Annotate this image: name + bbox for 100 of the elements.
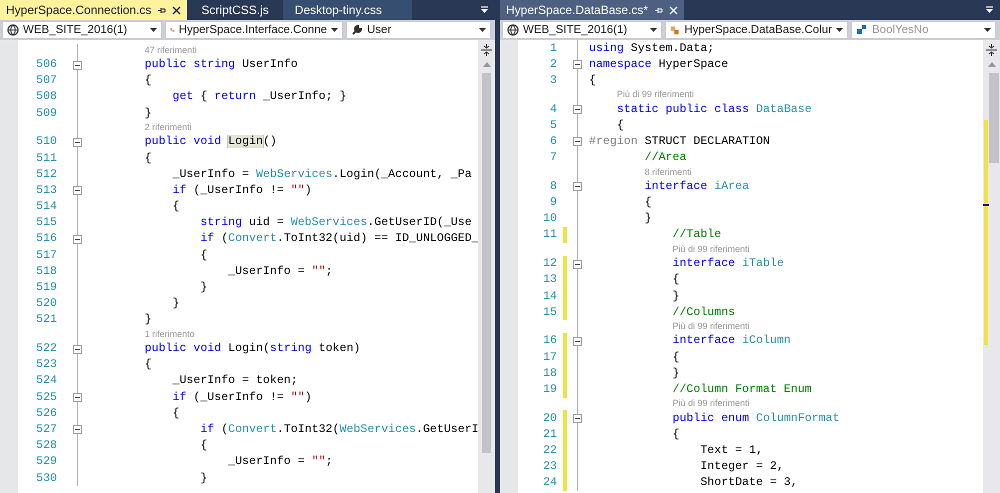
navigation-dropdown[interactable]: WEB_SITE_2016(1) [2, 21, 162, 39]
code-line: { [144, 152, 152, 165]
code-line: } [144, 313, 152, 326]
code-line: Integer = 2, [699, 460, 784, 474]
line-number: 508 [35, 90, 57, 104]
code-line: if (_UserInfo != "") [171, 184, 312, 197]
code-line: { [589, 74, 596, 87]
code-line: } [199, 472, 208, 485]
code-line: { [144, 358, 152, 372]
caret-icon [836, 28, 843, 32]
code-line: //Columns [671, 306, 736, 319]
collapse-toggle[interactable] [573, 336, 582, 346]
code-line: { [199, 248, 208, 262]
collapse-toggle[interactable] [573, 182, 582, 192]
code-line: _UserInfo = ""; [227, 264, 333, 278]
code-line: ShortDate = 3, [699, 476, 798, 490]
line-number: 530 [35, 472, 57, 485]
collapse-toggle[interactable] [573, 414, 582, 424]
collapse-toggle[interactable] [73, 186, 82, 196]
scrollbar-thumb[interactable] [482, 73, 491, 453]
code-line: { [144, 74, 152, 88]
line-number: 10 [542, 212, 557, 226]
line-number: 8 [549, 180, 557, 193]
line-number: 19 [542, 382, 557, 396]
line-number: 521 [35, 313, 57, 326]
code-line: interface iColumn [671, 334, 791, 348]
file-tab[interactable]: Desktop-tiny.css [282, 0, 412, 20]
code-line: _UserInfo = WebServices.Login(_Account, _Pa [171, 168, 472, 181]
caret-icon [331, 28, 338, 32]
line-number: 12 [542, 257, 557, 270]
code-line: _UserInfo = token; [171, 374, 298, 388]
code-line: { [671, 428, 680, 441]
navigation-dropdown[interactable]: User [346, 21, 491, 39]
vertical-scrollbar[interactable] [983, 40, 1000, 493]
vertical-scrollbar[interactable] [478, 40, 495, 493]
collapse-toggle[interactable] [573, 105, 582, 114]
code-line: Text = 1, [699, 444, 763, 458]
tab-menu-icon[interactable] [985, 6, 994, 14]
collapse-toggle[interactable] [73, 393, 82, 402]
line-number: 528 [35, 439, 57, 452]
split-icon[interactable] [481, 44, 492, 56]
line-number: 525 [35, 390, 57, 404]
collapse-toggle[interactable] [73, 344, 82, 354]
code-line: { [171, 200, 180, 214]
code-line: using System.Data; [589, 42, 714, 55]
line-number: 524 [35, 374, 57, 388]
navigation-dropdown[interactable]: WEB_SITE_2016(1) [502, 21, 662, 39]
collapse-toggle[interactable] [573, 60, 582, 70]
pin-icon[interactable] [157, 6, 166, 14]
line-number: 510 [35, 135, 57, 148]
code-line: { [671, 273, 680, 286]
collapse-toggle[interactable] [73, 138, 82, 147]
collapse-toggle[interactable] [573, 260, 582, 269]
code-line: } [171, 297, 180, 310]
code-line: } [671, 366, 680, 380]
code-line: if (_UserInfo != "") [171, 390, 312, 404]
line-number: 22 [542, 444, 557, 458]
line-number: 4 [549, 102, 557, 116]
line-number: 523 [35, 358, 57, 372]
close-icon[interactable] [172, 6, 182, 14]
code-line: //Area [644, 151, 686, 164]
caret-icon [150, 28, 157, 32]
code-line: { [199, 439, 208, 452]
collapse-toggle[interactable] [573, 137, 582, 146]
line-number: 18 [542, 366, 557, 380]
navigation-dropdown[interactable]: HyperSpace.DataBase.Colur [665, 21, 848, 39]
line-number: 7 [549, 151, 557, 164]
navigation-dropdown[interactable]: HyperSpace.Interface.Conne [165, 21, 343, 39]
code-line: string uid = WebServices.GetUserID(_Use [199, 216, 472, 230]
line-number: 1 [549, 42, 557, 55]
line-number: 15 [542, 306, 557, 319]
code-line: public void Login() [144, 135, 277, 148]
caret-position-marker [983, 204, 989, 206]
line-number: 527 [35, 423, 57, 436]
code-line: //Column Format Enum [671, 382, 812, 396]
code-line: { [616, 118, 624, 132]
line-number: 2 [549, 58, 557, 71]
tab-menu-icon[interactable] [480, 6, 489, 14]
line-number: 511 [35, 152, 57, 165]
code-line: _UserInfo = ""; [227, 455, 333, 468]
code-line: if (Convert.ToInt32(WebServices.GetUserI [199, 423, 478, 436]
code-line: get { return _UserInfo; } [171, 90, 346, 104]
code-line: { [644, 196, 652, 210]
file-tab[interactable]: HyperSpace.Connection.cs [0, 0, 188, 20]
enum-icon [670, 24, 680, 36]
code-line: } [644, 212, 652, 226]
split-icon[interactable] [986, 44, 997, 56]
collapse-toggle[interactable] [73, 60, 82, 70]
code-line: } [144, 106, 152, 120]
collapse-toggle[interactable] [73, 425, 82, 434]
file-tab[interactable]: ScriptCSS.js [195, 0, 275, 20]
collapse-toggle[interactable] [73, 234, 82, 244]
code-line: //Table [671, 228, 722, 242]
code-line: public string UserInfo [144, 58, 298, 72]
line-number: 24 [542, 476, 557, 490]
line-number: 512 [35, 168, 57, 181]
scrollbar-thumb[interactable] [989, 73, 999, 163]
code-line: static public class DataBase [616, 102, 812, 116]
line-number: 507 [35, 74, 57, 88]
code-line: } [199, 281, 208, 294]
